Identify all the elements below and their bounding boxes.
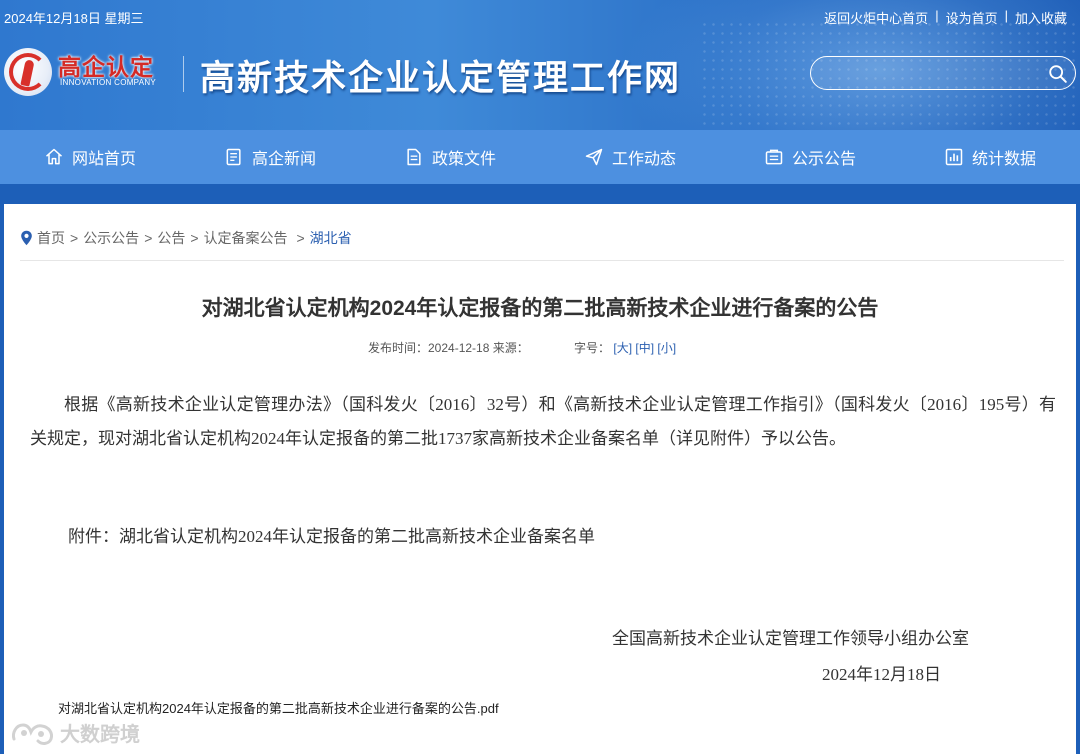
nav-announcements[interactable]: 公示公告 <box>720 130 900 184</box>
watermark-logo-icon <box>12 722 53 745</box>
article-container: 首页 > 公示公告 > 公告 > 认定备案公告 > 湖北省 对湖北省认定机构20… <box>4 204 1076 754</box>
signature-date: 2024年12月18日 <box>822 665 941 684</box>
site-logo[interactable]: 高企认定 INNOVATION COMPANY <box>4 44 179 100</box>
set-homepage-link[interactable]: 设为首页 <box>939 8 1005 27</box>
breadcrumb-arrow: > <box>190 230 199 246</box>
article-title: 对湖北省认定机构2024年认定报备的第二批高新技术企业进行备案的公告 <box>201 297 879 320</box>
news-icon <box>226 148 241 166</box>
main-nav: 网站首页 高企新闻 政策文件 工作动态 公示公告 统计数据 <box>0 130 1080 184</box>
current-date: 2024年12月18日 星期三 <box>4 11 144 26</box>
font-size-small[interactable]: [小] <box>657 341 676 355</box>
breadcrumb-arrow: > <box>144 230 153 246</box>
breadcrumb-arrow: > <box>70 230 79 246</box>
search-input[interactable] <box>823 63 1047 85</box>
home-icon <box>45 148 62 165</box>
breadcrumb-notices[interactable]: 公告 <box>157 228 185 248</box>
nav-work-updates[interactable]: 工作动态 <box>540 130 720 184</box>
nav-label: 高企新闻 <box>251 151 316 168</box>
font-size-controls: 字号： [大] [中] [小] <box>574 339 676 356</box>
font-size-medium[interactable]: [中] <box>635 341 654 355</box>
nav-statistics[interactable]: 统计数据 <box>900 130 1080 184</box>
logo-divider <box>183 56 184 92</box>
font-size-large[interactable]: [大] <box>613 341 632 355</box>
site-header: 2024年12月18日 星期三 返回火炬中心首页 | 设为首页 | 加入收藏 高… <box>0 0 1080 130</box>
chart-icon <box>945 148 963 166</box>
back-to-torch-center-link[interactable]: 返回火炬中心首页 <box>817 8 935 27</box>
top-links: 返回火炬中心首页 | 设为首页 | 加入收藏 <box>817 8 1074 27</box>
site-title: 高新技术企业认定管理工作网 <box>200 58 682 99</box>
logo-name: 高企认定 <box>58 55 154 81</box>
document-icon <box>407 148 421 166</box>
nav-news[interactable]: 高企新闻 <box>180 130 360 184</box>
add-favorite-link[interactable]: 加入收藏 <box>1008 8 1074 27</box>
header-bottom-band <box>0 184 1080 204</box>
article-body: 根据《高新技术企业认定管理办法》（国科发火〔2016〕32号）和《高新技术企业认… <box>30 395 1056 448</box>
breadcrumb-divider <box>20 260 1064 261</box>
search-box <box>810 56 1076 90</box>
watermark-text: 大数跨境 <box>60 724 140 746</box>
signature-organization: 全国高新技术企业认定管理工作领导小组办公室 <box>612 629 969 648</box>
nav-label: 统计数据 <box>971 151 1036 168</box>
location-pin-icon <box>21 230 32 246</box>
breadcrumb-record-notices[interactable]: 认定备案公告 <box>204 228 288 248</box>
nav-label: 网站首页 <box>71 151 136 168</box>
publish-info: 发布时间：2024-12-18 来源： <box>368 341 529 355</box>
attachment-line: 附件：湖北省认定机构2024年认定报备的第二批高新技术企业备案名单 <box>68 527 595 546</box>
watermark: 大数跨境 <box>10 718 140 747</box>
search-icon[interactable] <box>1047 63 1069 85</box>
logo-subtitle: INNOVATION COMPANY <box>60 78 157 87</box>
breadcrumb-home[interactable]: 首页 <box>37 228 65 248</box>
breadcrumb: 首页 > 公示公告 > 公告 > 认定备案公告 > 湖北省 <box>20 228 352 248</box>
paper-plane-icon <box>585 148 603 166</box>
font-size-label: 字号： <box>574 341 611 355</box>
nav-home[interactable]: 网站首页 <box>0 130 180 184</box>
breadcrumb-arrow: > <box>292 230 305 246</box>
nav-label: 公示公告 <box>791 151 856 168</box>
nav-label: 工作动态 <box>611 151 676 168</box>
notice-icon <box>765 149 783 165</box>
breadcrumb-announcements[interactable]: 公示公告 <box>83 228 139 248</box>
breadcrumb-current[interactable]: 湖北省 <box>310 228 352 248</box>
nav-policy[interactable]: 政策文件 <box>360 130 540 184</box>
logo-emblem-icon <box>4 48 52 96</box>
nav-label: 政策文件 <box>431 151 496 168</box>
pdf-attachment-link[interactable]: 对湖北省认定机构2024年认定报备的第二批高新技术企业进行备案的公告.pdf <box>58 698 499 717</box>
